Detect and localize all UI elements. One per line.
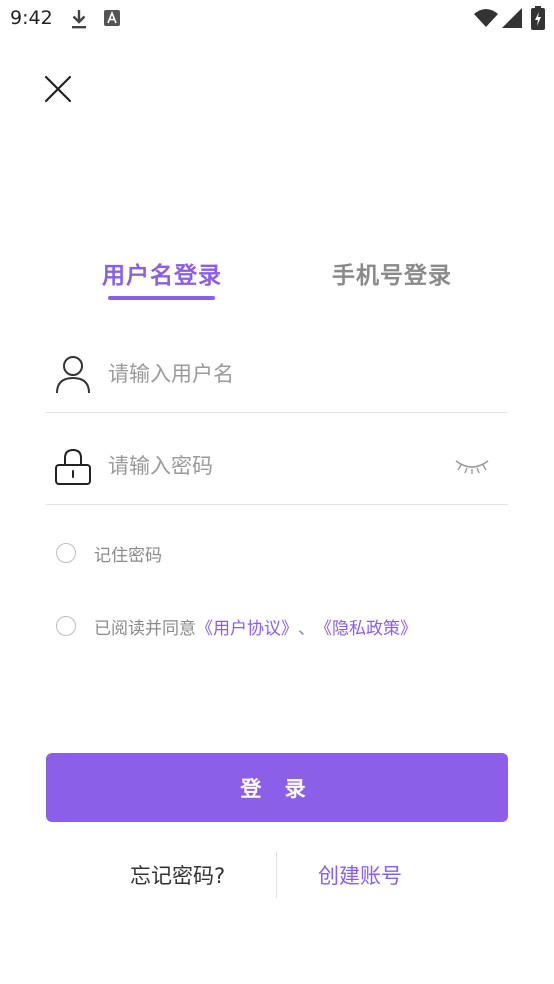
status-time: 9:42	[10, 7, 53, 29]
remember-password-option[interactable]: 记住密码	[56, 540, 162, 566]
eye-closed-icon[interactable]	[454, 456, 490, 476]
privacy-policy-link[interactable]: 《隐私政策》	[315, 614, 417, 639]
remember-radio[interactable]	[56, 543, 76, 563]
forgot-password-link[interactable]: 忘记密码?	[130, 860, 240, 890]
user-icon	[56, 356, 90, 394]
tab-username-login[interactable]: 用户名登录	[92, 256, 232, 296]
password-row	[46, 438, 508, 505]
username-row	[46, 346, 508, 413]
lock-icon	[55, 448, 91, 485]
signal-icon	[502, 8, 522, 28]
tab-phone-login[interactable]: 手机号登录	[322, 256, 462, 296]
footer-divider	[276, 852, 277, 898]
remember-label: 记住密码	[94, 545, 162, 566]
agreement-radio[interactable]	[56, 616, 76, 636]
download-icon	[72, 10, 86, 29]
wifi-icon	[474, 9, 498, 27]
close-icon[interactable]	[40, 70, 76, 106]
agreement-prefix: 已阅读并同意	[94, 618, 196, 639]
agreement-separator: 、	[298, 618, 315, 639]
a-notification-icon	[104, 10, 120, 26]
active-tab-indicator	[108, 296, 215, 300]
status-bar: 9:42	[0, 0, 554, 38]
user-agreement-link[interactable]: 《用户协议》	[196, 614, 298, 639]
create-account-link[interactable]: 创建账号	[318, 860, 418, 890]
login-button[interactable]: 登 录	[46, 753, 508, 822]
username-input[interactable]	[108, 356, 438, 392]
battery-icon	[531, 6, 545, 30]
password-input[interactable]	[108, 448, 438, 484]
agreement-option[interactable]: 已阅读并同意 《用户协议》 、 《隐私政策》	[56, 613, 417, 639]
